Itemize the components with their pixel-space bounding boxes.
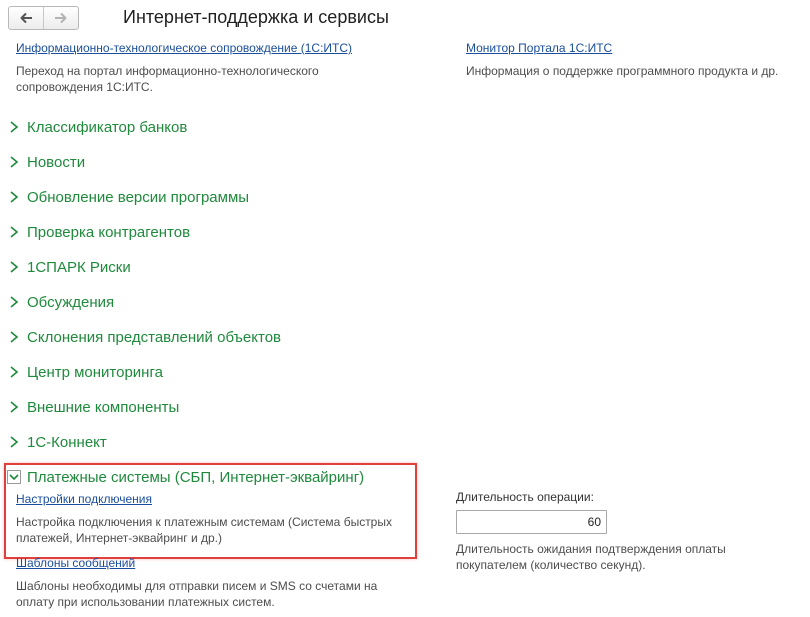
section-banks-classifier[interactable]: Классификатор банков	[8, 116, 187, 138]
section-discussions[interactable]: Обсуждения	[8, 291, 114, 313]
forward-button[interactable]	[43, 7, 78, 29]
section-label: Склонения представлений объектов	[27, 328, 282, 346]
section-label: Классификатор банков	[27, 118, 188, 136]
chevron-right-icon	[10, 436, 19, 448]
arrow-left-icon	[20, 12, 32, 24]
chevron-right-icon	[10, 226, 19, 238]
section-monitoring-center[interactable]: Центр мониторинга	[8, 361, 163, 383]
portal-monitor-description: Информация о поддержке программного прод…	[466, 64, 779, 78]
section-label: 1СПАРК Риски	[27, 258, 131, 276]
page-title: Интернет-поддержка и сервисы	[123, 7, 389, 27]
section-declensions[interactable]: Склонения представлений объектов	[8, 326, 281, 348]
chevron-right-icon	[10, 401, 19, 413]
section-label: Обсуждения	[27, 293, 115, 311]
chevron-right-icon	[10, 261, 19, 273]
its-link[interactable]: Информационно-технологическое сопровожде…	[16, 41, 352, 55]
operation-duration-description: Длительность ожидания подтверждения опла…	[456, 542, 726, 572]
navigation-buttons	[8, 6, 79, 30]
connection-settings-description: Настройка подключения к платежным систем…	[16, 515, 392, 545]
chevron-right-icon	[10, 121, 19, 133]
back-button[interactable]	[9, 7, 43, 29]
connection-settings-link[interactable]: Настройки подключения	[16, 492, 152, 506]
chevron-right-icon	[10, 366, 19, 378]
section-label: Центр мониторинга	[27, 363, 163, 381]
chevron-right-icon	[10, 156, 19, 168]
section-program-update[interactable]: Обновление версии программы	[8, 186, 249, 208]
section-payment-systems-toggle[interactable]	[7, 470, 21, 484]
its-description: Переход на портал информационно-технолог…	[16, 64, 319, 94]
chevron-down-icon	[9, 474, 19, 481]
portal-monitor-link[interactable]: Монитор Портала 1С:ИТС	[466, 41, 612, 55]
section-external-components[interactable]: Внешние компоненты	[8, 396, 179, 418]
section-payment-systems-title[interactable]: Платежные системы (СБП, Интернет-эквайри…	[27, 469, 364, 486]
chevron-right-icon	[10, 331, 19, 343]
section-label: Внешние компоненты	[27, 398, 180, 416]
chevron-right-icon	[10, 191, 19, 203]
section-1c-connect[interactable]: 1С-Коннект	[8, 431, 107, 453]
message-templates-description: Шаблоны необходимы для отправки писем и …	[16, 579, 378, 609]
section-counterparty-check[interactable]: Проверка контрагентов	[8, 221, 190, 243]
message-templates-link[interactable]: Шаблоны сообщений	[16, 556, 135, 570]
section-label: Обновление версии программы	[27, 188, 250, 206]
section-label: 1С-Коннект	[27, 433, 107, 451]
section-label: Новости	[27, 153, 86, 171]
operation-duration-input[interactable]	[456, 510, 607, 534]
arrow-right-icon	[55, 12, 67, 24]
section-spark-risks[interactable]: 1СПАРК Риски	[8, 256, 131, 278]
operation-duration-label: Длительность операции:	[456, 490, 594, 504]
section-news[interactable]: Новости	[8, 151, 85, 173]
section-label: Проверка контрагентов	[27, 223, 191, 241]
chevron-right-icon	[10, 296, 19, 308]
